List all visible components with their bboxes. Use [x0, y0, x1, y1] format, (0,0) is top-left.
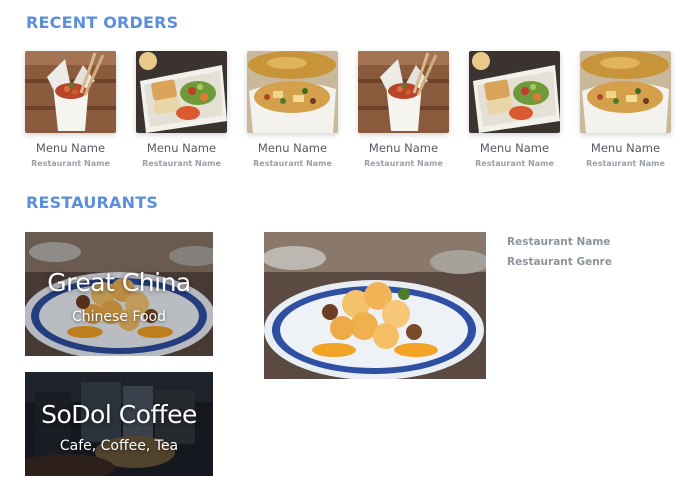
menu-name: Menu Name	[257, 141, 328, 155]
order-thumbnail-bento	[469, 51, 560, 133]
order-thumbnail-stir-fry	[580, 51, 671, 133]
restaurant-card-genre: Cafe, Coffee, Tea	[59, 438, 179, 454]
order-card[interactable]: Menu Name Restaurant Name	[25, 51, 116, 168]
order-card[interactable]: Menu Name Restaurant Name	[247, 51, 338, 168]
restaurant-detail-genre: Restaurant Genre	[507, 256, 612, 268]
restaurant-name: Restaurant Name	[364, 159, 443, 168]
menu-name: Menu Name	[590, 141, 661, 155]
order-thumbnail-stir-fry	[247, 51, 338, 133]
restaurant-name: Restaurant Name	[31, 159, 110, 168]
restaurant-detail-image	[264, 232, 486, 379]
menu-name: Menu Name	[35, 141, 106, 155]
restaurant-detail-info: Restaurant Name Restaurant Genre	[507, 236, 612, 276]
order-thumbnail-bento	[136, 51, 227, 133]
order-card[interactable]: Menu Name Restaurant Name	[136, 51, 227, 168]
restaurant-card-name: SoDol Coffee	[41, 400, 197, 429]
restaurant-card-genre: Chinese Food	[72, 309, 166, 325]
menu-name: Menu Name	[146, 141, 217, 155]
restaurant-card-name: Great China	[47, 268, 191, 297]
order-card[interactable]: Menu Name Restaurant Name	[358, 51, 449, 168]
restaurant-name: Restaurant Name	[475, 159, 554, 168]
order-card[interactable]: Menu Name Restaurant Name	[580, 51, 671, 168]
restaurant-card-sodol-coffee[interactable]: SoDol Coffee Cafe, Coffee, Tea	[25, 372, 213, 476]
order-thumbnail-takeout-box	[25, 51, 116, 133]
menu-name: Menu Name	[479, 141, 550, 155]
restaurant-name: Restaurant Name	[142, 159, 221, 168]
order-thumbnail-takeout-box	[358, 51, 449, 133]
order-card[interactable]: Menu Name Restaurant Name	[469, 51, 560, 168]
restaurant-name: Restaurant Name	[586, 159, 665, 168]
recent-orders-heading: RECENT ORDERS	[26, 13, 179, 32]
restaurants-heading: RESTAURANTS	[26, 193, 159, 212]
menu-name: Menu Name	[368, 141, 439, 155]
restaurant-card-great-china[interactable]: Great China Chinese Food	[25, 232, 213, 356]
recent-orders-list: Menu Name Restaurant Name Menu Name Rest…	[25, 51, 675, 171]
restaurant-name: Restaurant Name	[253, 159, 332, 168]
restaurant-detail-name: Restaurant Name	[507, 236, 611, 248]
